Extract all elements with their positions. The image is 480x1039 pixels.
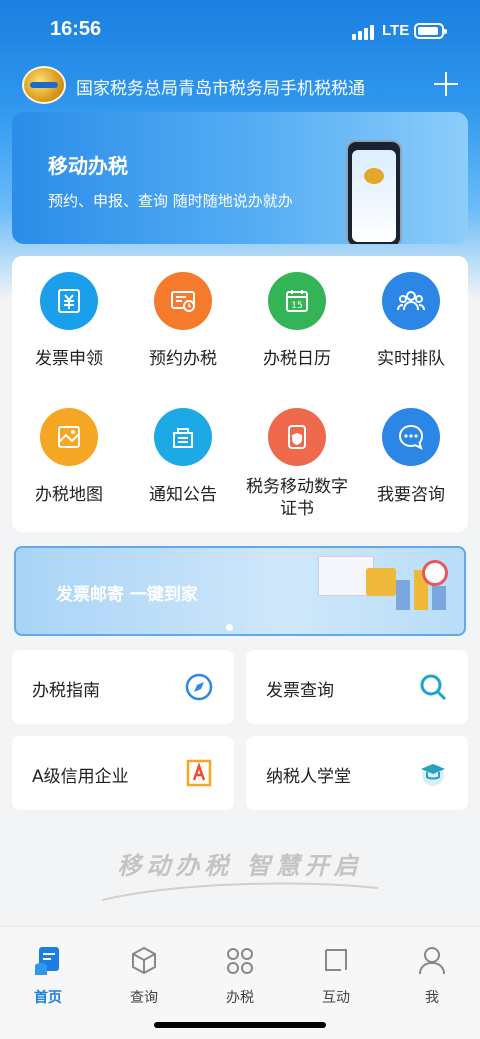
- tab-label: 我: [425, 990, 439, 1006]
- invoice-icon: [40, 272, 98, 330]
- service-label: 通知公告: [149, 485, 217, 505]
- add-button[interactable]: [432, 70, 460, 98]
- map-icon: [40, 408, 98, 466]
- a-grade-icon: [186, 759, 212, 787]
- service-label: 实时排队: [377, 349, 445, 369]
- battery-icon: [414, 23, 447, 39]
- cube-icon: [132, 946, 156, 975]
- tab-interact[interactable]: 互动: [288, 943, 384, 1007]
- tab-label: 首页: [34, 990, 62, 1006]
- interact-icon: [325, 949, 347, 971]
- hero-banner[interactable]: 移动办税 预约、申报、查询 随时随地说办就办: [12, 112, 468, 244]
- tile-label: A级信用企业: [32, 767, 129, 787]
- queue-icon: [382, 272, 440, 330]
- tab-label: 办税: [226, 990, 254, 1006]
- service-calendar[interactable]: 15 办税日历: [240, 256, 354, 386]
- carousel-dot[interactable]: [226, 624, 233, 631]
- tab-label: 互动: [322, 990, 350, 1006]
- tile-tax-guide[interactable]: 办税指南: [12, 650, 234, 724]
- svg-text:15: 15: [291, 301, 302, 311]
- network-label: LTE: [382, 22, 410, 39]
- status-bar: 16:56 LTE: [0, 0, 480, 64]
- tab-label: 查询: [130, 990, 158, 1006]
- carousel-dots[interactable]: [226, 616, 283, 634]
- user-icon: [419, 947, 445, 975]
- tile-taxpayer-school[interactable]: 纳税人学堂: [246, 736, 468, 810]
- compass-icon: [185, 673, 213, 701]
- home-indicator[interactable]: [154, 1022, 326, 1028]
- service-map[interactable]: 办税地图: [12, 392, 126, 522]
- chat-icon: [382, 408, 440, 466]
- promo-banner[interactable]: 发票邮寄 一键到家: [14, 546, 466, 636]
- slogan: 移动办税 智慧开启: [117, 852, 363, 880]
- carousel-dot[interactable]: [245, 624, 252, 631]
- tile-label: 发票查询: [266, 681, 334, 701]
- certificate-icon: [268, 408, 326, 466]
- carousel-dot[interactable]: [264, 624, 271, 631]
- status-time: 16:56: [50, 18, 102, 40]
- apps-icon: [227, 948, 253, 974]
- notice-icon: [154, 408, 212, 466]
- tab-home[interactable]: 首页: [0, 943, 96, 1007]
- calendar-icon: 15: [268, 272, 326, 330]
- hero-subtitle: 预约、申报、查询 随时随地说办就办: [48, 192, 293, 210]
- signal-icon: [352, 24, 376, 40]
- service-label: 办税日历: [263, 349, 331, 369]
- clock-icon: [422, 560, 448, 586]
- service-label: 发票申领: [35, 349, 103, 369]
- tile-invoice-query[interactable]: 发票查询: [246, 650, 468, 724]
- service-label: 我要咨询: [377, 485, 445, 505]
- title-bar: 国家税务总局青岛市税务局手机税税通: [0, 64, 480, 108]
- slogan-swoosh: [101, 882, 379, 901]
- service-certificate[interactable]: 税务移动数字证书: [240, 392, 354, 522]
- phone-illustration: [346, 140, 402, 244]
- tab-handle[interactable]: 办税: [192, 943, 288, 1007]
- service-appointment[interactable]: 预约办税: [126, 256, 240, 386]
- tile-label: 纳税人学堂: [266, 767, 351, 787]
- service-consult[interactable]: 我要咨询: [354, 392, 468, 522]
- service-label: 税务移动数字证书: [246, 477, 348, 519]
- banner-text: 发票邮寄 一键到家: [56, 585, 198, 605]
- service-grid: 发票申领 预约办税 15 办税日历 实时排队 办税地图 通知公告 税务移动数字证…: [12, 256, 468, 532]
- service-label: 办税地图: [35, 485, 103, 505]
- graduation-cap-icon: [421, 764, 445, 786]
- search-icon: [420, 674, 447, 701]
- service-notice[interactable]: 通知公告: [126, 392, 240, 522]
- tile-label: 办税指南: [32, 681, 100, 701]
- service-queue[interactable]: 实时排队: [354, 256, 468, 386]
- service-label: 预约办税: [149, 349, 217, 369]
- tab-me[interactable]: 我: [384, 943, 480, 1007]
- app-logo: [22, 66, 66, 104]
- tile-a-credit[interactable]: A级信用企业: [12, 736, 234, 810]
- tab-query[interactable]: 查询: [96, 943, 192, 1007]
- hero-title: 移动办税: [48, 154, 128, 178]
- service-invoice-apply[interactable]: 发票申领: [12, 256, 126, 386]
- appointment-icon: [154, 272, 212, 330]
- delivery-truck-illustration: [296, 556, 396, 620]
- home-icon: [35, 947, 59, 975]
- app-title: 国家税务总局青岛市税务局手机税税通: [76, 79, 365, 99]
